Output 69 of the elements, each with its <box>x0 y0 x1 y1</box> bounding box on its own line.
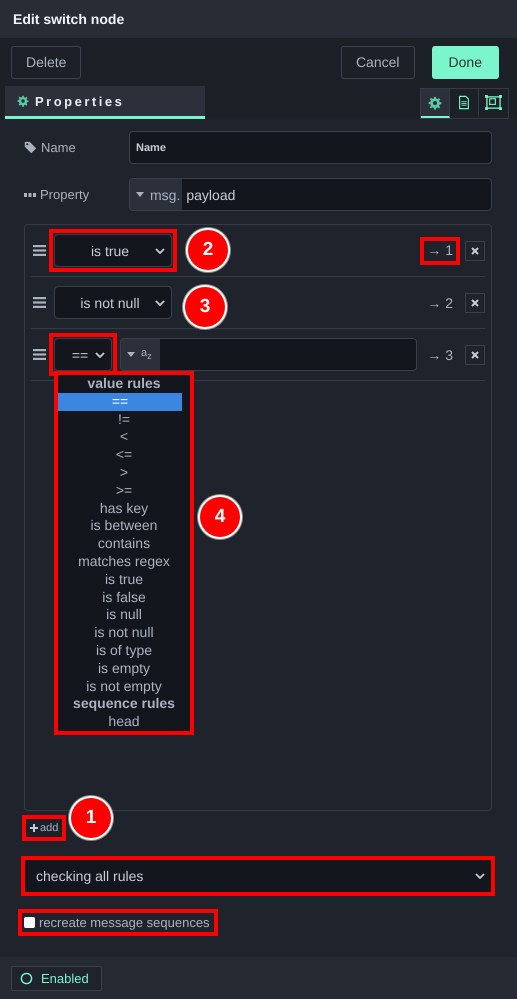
cancel-button[interactable]: Cancel <box>340 46 415 78</box>
drag-handle-icon[interactable] <box>33 297 46 308</box>
close-icon <box>471 298 479 306</box>
dropdown-option[interactable]: is not null <box>58 624 190 642</box>
dropdown-option[interactable]: < <box>58 428 190 446</box>
output-port-label: → 2 <box>426 294 454 312</box>
add-button[interactable]: add <box>22 815 66 841</box>
chevron-down-icon <box>155 300 165 306</box>
settings-tab[interactable] <box>421 89 450 118</box>
document-icon <box>457 95 471 110</box>
dropdown-option[interactable]: > <box>58 464 190 482</box>
dropdown-option[interactable]: != <box>58 410 190 428</box>
dropdown-option[interactable]: >= <box>58 482 190 500</box>
property-field[interactable]: msg. payload <box>129 178 492 211</box>
ellipsis-icon <box>24 192 36 196</box>
chevron-down-icon <box>475 873 485 879</box>
window-title: Edit switch node <box>0 0 517 38</box>
chevron-down-icon <box>155 248 165 254</box>
delete-rule-button[interactable] <box>465 344 485 364</box>
gear-icon <box>428 96 442 110</box>
caret-down-icon <box>136 192 144 197</box>
step-number-badge: 3 <box>185 287 225 327</box>
option-group-label: value rules <box>86 375 162 393</box>
name-label: Name <box>41 140 76 155</box>
dropdown-option[interactable]: is null <box>58 606 190 624</box>
dropdown-option[interactable]: is of type <box>58 642 190 660</box>
close-icon <box>471 350 479 358</box>
dropdown-option[interactable]: == <box>58 392 182 411</box>
name-field[interactable]: Name <box>129 131 492 164</box>
checkbox[interactable] <box>24 917 35 928</box>
dropdown-option[interactable]: contains <box>58 535 190 553</box>
chevron-down-icon <box>95 352 105 358</box>
done-button[interactable]: Done <box>432 46 499 78</box>
drag-handle-icon[interactable] <box>33 245 46 256</box>
properties-tab[interactable]: Properties <box>5 86 205 119</box>
output-port-label: → 3 <box>426 346 454 364</box>
operator-select[interactable]: is true <box>54 234 172 267</box>
dropdown-option[interactable]: is true <box>58 570 190 589</box>
output-port-label: → 1 <box>426 240 454 260</box>
delete-rule-button[interactable] <box>465 240 485 260</box>
checkbox-label: recreate message sequences <box>39 915 210 930</box>
dropdown-option[interactable]: has key <box>58 500 190 518</box>
tag-icon <box>24 141 37 154</box>
frame-icon <box>485 95 502 110</box>
circle-icon <box>20 972 33 984</box>
option-group-label: sequence rules <box>72 695 176 714</box>
mode-select[interactable]: checking all rules <box>21 856 495 896</box>
step-number-badge: 1 <box>71 798 111 838</box>
drag-handle-icon[interactable] <box>33 349 46 360</box>
property-label: Property <box>40 187 90 202</box>
dropdown-option[interactable]: head <box>58 713 190 731</box>
plus-icon <box>30 824 38 832</box>
dropdown-option[interactable]: matches regex <box>58 552 190 571</box>
gear-icon <box>17 95 29 107</box>
enabled-toggle[interactable]: Enabled <box>11 966 102 990</box>
dropdown-option[interactable]: is empty <box>58 660 190 678</box>
close-icon <box>471 246 479 254</box>
value-field[interactable]: a$_{z}$ <box>120 338 418 371</box>
step-number-badge: 4 <box>200 497 240 537</box>
dropdown-option[interactable]: is false <box>58 588 190 606</box>
dropdown-option[interactable]: is between <box>58 517 190 536</box>
dropdown-option[interactable]: is not empty <box>58 678 190 696</box>
step-number-badge: 2 <box>188 230 228 270</box>
caret-down-icon <box>127 352 135 357</box>
operator-select[interactable]: == <box>54 338 112 371</box>
dropdown-option[interactable]: <= <box>58 446 190 464</box>
operator-select[interactable]: is not null <box>54 286 172 319</box>
delete-button[interactable]: Delete <box>11 46 82 78</box>
delete-rule-button[interactable] <box>465 292 485 312</box>
